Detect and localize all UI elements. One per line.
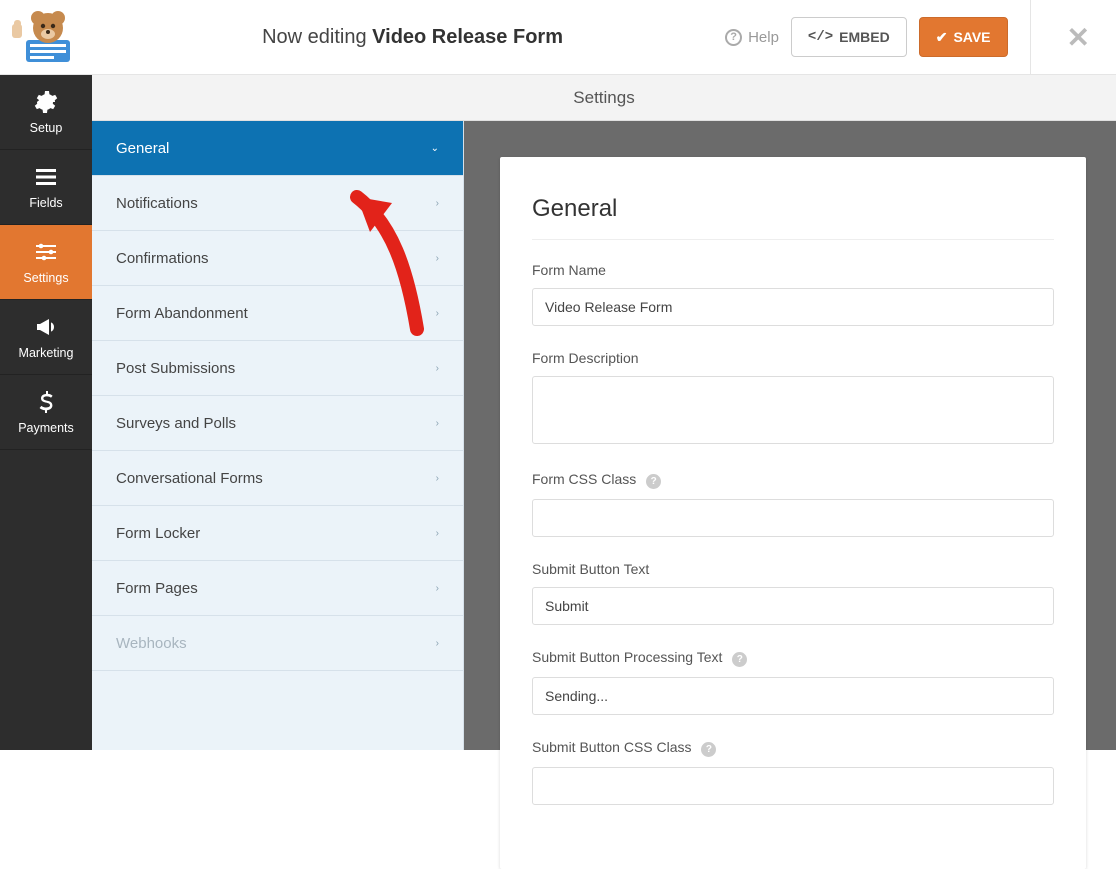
nav-payments[interactable]: Payments [0,375,92,450]
field-submit-proc: Submit Button Processing Text ? [532,649,1054,715]
help-icon[interactable]: ? [646,474,661,489]
field-label: Submit Button Text [532,561,1054,577]
chevron-down-icon: ⌄ [431,143,439,154]
embed-button[interactable]: </> EMBED [791,17,907,57]
sliders-icon [34,240,58,264]
submit-css-input[interactable] [532,767,1054,805]
left-nav: Setup Fields Settings Marketing Payments [0,75,92,750]
form-title: Video Release Form [372,26,563,48]
chevron-right-icon: › [436,363,439,374]
general-panel: General Form Name Form Description Form … [500,157,1086,869]
nav-label: Setup [30,121,63,135]
settings-item-form-locker[interactable]: Form Locker › [92,506,463,561]
subheader: Settings [92,75,1116,121]
field-label: Form CSS Class ? [532,471,1054,489]
chevron-right-icon: › [436,418,439,429]
field-form-desc: Form Description [532,350,1054,447]
nav-setup[interactable]: Setup [0,75,92,150]
help-link[interactable]: ? Help [725,29,779,46]
field-form-css: Form CSS Class ? [532,471,1054,537]
dollar-icon [34,390,58,414]
help-label: Help [748,29,779,46]
settings-item-label: Confirmations [116,250,209,267]
field-label-text: Form CSS Class [532,471,636,487]
embed-label: EMBED [839,29,890,45]
form-desc-input[interactable] [532,376,1054,444]
settings-item-label: Form Pages [116,580,198,597]
settings-item-label: Form Abandonment [116,305,248,322]
work-area: Settings General ⌄ Notifications › Confi… [92,75,1116,750]
settings-item-label: General [116,140,169,157]
editing-prefix: Now editing [262,26,367,48]
bullhorn-icon [34,315,58,339]
divider [1030,0,1031,75]
field-label-text: Submit Button Processing Text [532,649,722,665]
nav-label: Fields [29,196,62,210]
chevron-right-icon: › [436,198,439,209]
panel-divider [532,239,1054,240]
close-button[interactable]: ✕ [1061,15,1096,60]
check-icon: ✔ [936,29,948,46]
field-label-text: Submit Button CSS Class [532,739,692,755]
submit-proc-input[interactable] [532,677,1054,715]
field-submit-css: Submit Button CSS Class ? [532,739,1054,805]
chevron-right-icon: › [436,308,439,319]
nav-fields[interactable]: Fields [0,150,92,225]
nav-label: Payments [18,421,74,435]
save-label: SAVE [953,29,990,45]
chevron-right-icon: › [436,473,439,484]
list-icon [34,165,58,189]
field-label: Form Name [532,262,1054,278]
settings-item-general[interactable]: General ⌄ [92,121,463,176]
settings-menu: General ⌄ Notifications › Confirmations … [92,121,464,750]
settings-item-label: Post Submissions [116,360,235,377]
top-bar: Now editing Video Release Form ? Help </… [0,0,1116,75]
field-label: Submit Button CSS Class ? [532,739,1054,757]
settings-item-label: Notifications [116,195,198,212]
settings-item-conversational-forms[interactable]: Conversational Forms › [92,451,463,506]
nav-label: Marketing [19,346,74,360]
settings-item-post-submissions[interactable]: Post Submissions › [92,341,463,396]
editing-title: Now editing Video Release Form [100,26,725,49]
settings-item-notifications[interactable]: Notifications › [92,176,463,231]
field-form-name: Form Name [532,262,1054,326]
form-name-input[interactable] [532,288,1054,326]
panel-title: General [532,195,1054,223]
settings-item-confirmations[interactable]: Confirmations › [92,231,463,286]
settings-item-surveys-polls[interactable]: Surveys and Polls › [92,396,463,451]
field-label: Submit Button Processing Text ? [532,649,1054,667]
help-icon[interactable]: ? [732,652,747,667]
top-actions: ? Help </> EMBED ✔ SAVE ✕ [725,0,1096,75]
settings-item-form-abandonment[interactable]: Form Abandonment › [92,286,463,341]
settings-item-label: Conversational Forms [116,470,263,487]
nav-settings[interactable]: Settings [0,225,92,300]
panel-wrap: General Form Name Form Description Form … [464,121,1116,750]
chevron-right-icon: › [436,638,439,649]
save-button[interactable]: ✔ SAVE [919,17,1008,57]
gear-icon [34,90,58,114]
settings-item-label: Form Locker [116,525,200,542]
submit-text-input[interactable] [532,587,1054,625]
chevron-right-icon: › [436,528,439,539]
app-logo [12,10,80,65]
form-css-input[interactable] [532,499,1054,537]
subheader-title: Settings [573,88,634,108]
settings-item-label: Surveys and Polls [116,415,236,432]
nav-marketing[interactable]: Marketing [0,300,92,375]
field-label: Form Description [532,350,1054,366]
help-icon: ? [725,29,742,46]
settings-item-webhooks[interactable]: Webhooks › [92,616,463,671]
chevron-right-icon: › [436,583,439,594]
chevron-right-icon: › [436,253,439,264]
settings-item-form-pages[interactable]: Form Pages › [92,561,463,616]
nav-label: Settings [23,271,68,285]
code-icon: </> [808,29,833,45]
field-submit-text: Submit Button Text [532,561,1054,625]
settings-item-label: Webhooks [116,635,187,652]
